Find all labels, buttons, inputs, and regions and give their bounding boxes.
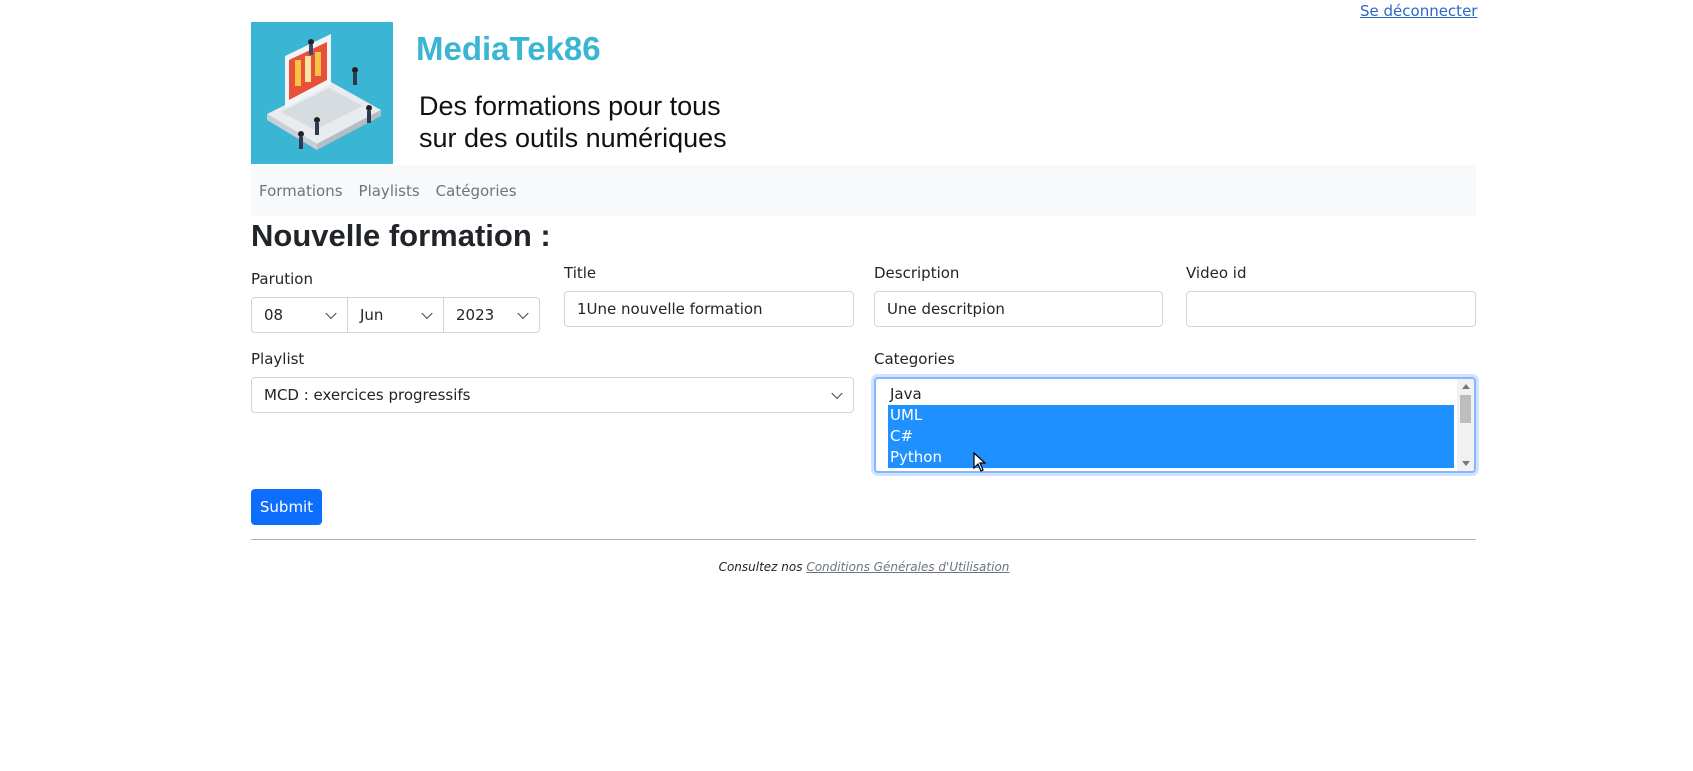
scroll-up-arrow-icon[interactable] [1462, 384, 1470, 389]
description-input-value: Une descritpion [887, 300, 1005, 318]
playlist-label: Playlist [251, 350, 305, 368]
videoid-label: Video id [1186, 264, 1247, 282]
parution-date-group: 08 Jun 2023 [251, 297, 540, 333]
categories-multiselect[interactable]: Java UML C# Python [874, 377, 1476, 473]
title-input[interactable]: 1Une nouvelle formation [564, 291, 854, 327]
parution-label: Parution [251, 270, 313, 288]
category-option-java[interactable]: Java [888, 384, 1454, 405]
title-label: Title [564, 264, 597, 282]
parution-year-value: 2023 [456, 306, 495, 324]
footer-prefix: Consultez nos [718, 560, 803, 574]
tagline-line-1: Des formations pour tous [419, 91, 721, 121]
footer-divider [251, 539, 1476, 540]
parution-year-select[interactable]: 2023 [443, 297, 540, 333]
playlist-select[interactable]: MCD : exercices progressifs [251, 377, 854, 413]
logout-link[interactable]: Se déconnecter [1360, 2, 1477, 20]
site-title: MediaTek86 [416, 30, 601, 67]
site-tagline: Des formations pour tous sur des outils … [419, 90, 727, 154]
nav-playlists[interactable]: Playlists [351, 182, 428, 200]
chevron-down-icon [421, 307, 433, 320]
main-navbar: Formations Playlists Catégories [251, 165, 1476, 216]
title-input-value: 1Une nouvelle formation [577, 300, 763, 318]
chevron-down-icon [831, 387, 843, 400]
categories-scrollbar[interactable] [1457, 379, 1474, 471]
parution-day-select[interactable]: 08 [251, 297, 348, 333]
submit-button[interactable]: Submit [251, 489, 322, 525]
playlist-select-value: MCD : exercices progressifs [264, 386, 471, 404]
videoid-input[interactable] [1186, 291, 1476, 327]
parution-month-select[interactable]: Jun [347, 297, 444, 333]
cgu-link[interactable]: Conditions Générales d'Utilisation [806, 560, 1009, 574]
page-title: Nouvelle formation : [251, 218, 551, 253]
description-label: Description [874, 264, 960, 282]
nav-formations[interactable]: Formations [251, 182, 351, 200]
category-option-csharp[interactable]: C# [888, 426, 1454, 447]
chevron-down-icon [517, 307, 529, 320]
mouse-pointer-icon [973, 451, 987, 476]
tagline-line-2: sur des outils numériques [419, 123, 727, 153]
category-option-uml[interactable]: UML [888, 405, 1454, 426]
scrollbar-thumb[interactable] [1460, 395, 1471, 423]
chevron-down-icon [325, 307, 337, 320]
nav-categories[interactable]: Catégories [428, 182, 525, 200]
footer: Consultez nos Conditions Générales d'Uti… [0, 560, 1693, 574]
categories-label: Categories [874, 350, 955, 368]
scroll-down-arrow-icon[interactable] [1462, 461, 1470, 466]
parution-day-value: 08 [264, 306, 284, 324]
site-logo [251, 22, 393, 164]
parution-month-value: Jun [360, 306, 384, 324]
description-input[interactable]: Une descritpion [874, 291, 1163, 327]
